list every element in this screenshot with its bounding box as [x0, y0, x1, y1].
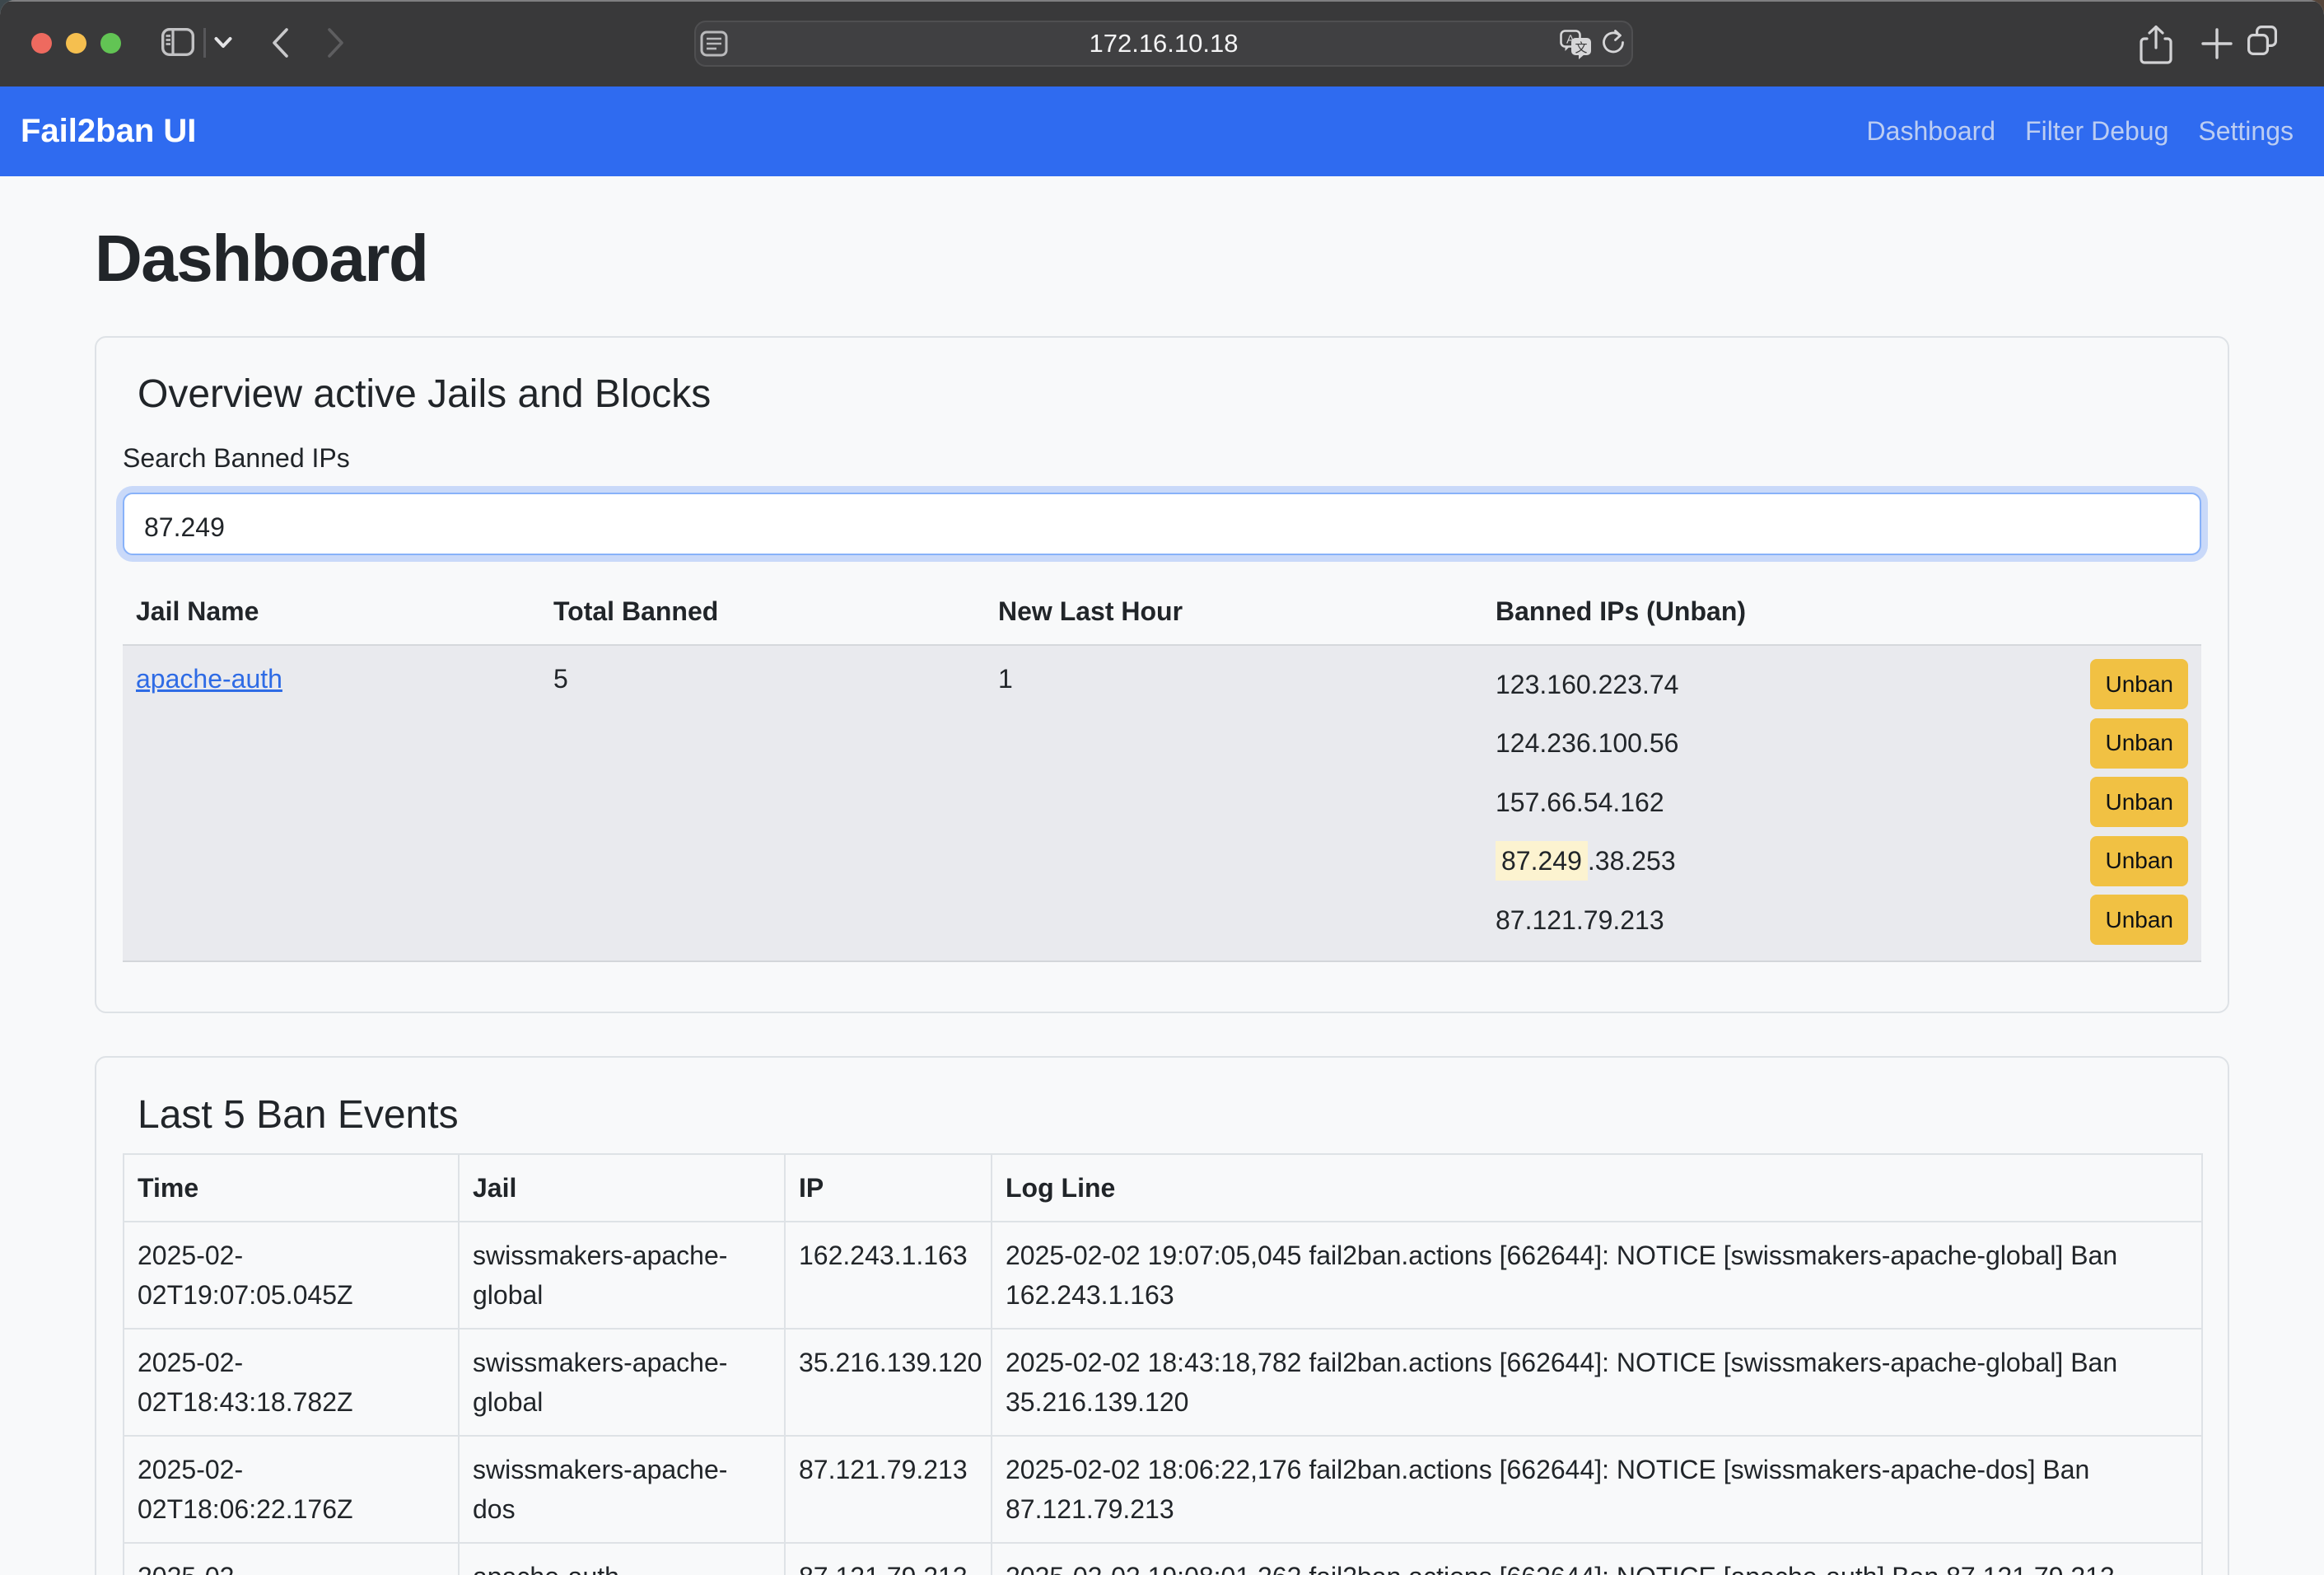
svg-text:文: 文	[1575, 41, 1587, 55]
